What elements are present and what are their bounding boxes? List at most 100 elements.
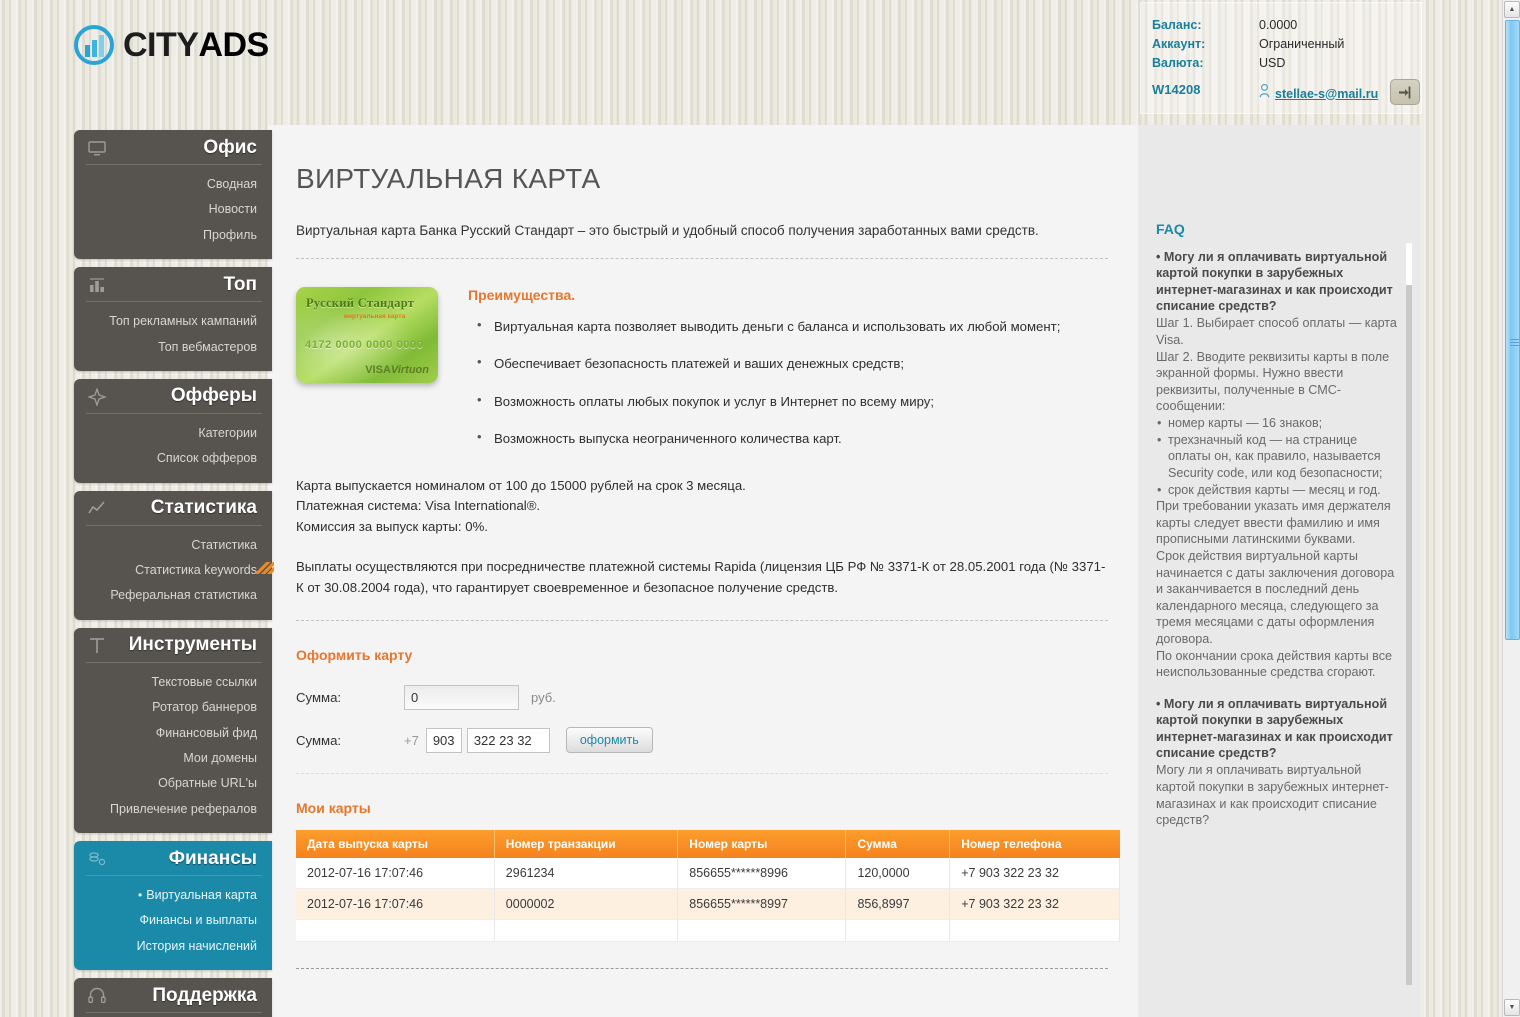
sidebar-item[interactable]: Категории — [74, 421, 272, 446]
sidebar-item[interactable]: Текстовые ссылки — [74, 670, 272, 695]
submit-order-button[interactable]: оформить — [565, 727, 653, 754]
intro-text: Виртуальная карта Банка Русский Стандарт… — [296, 223, 1039, 238]
sidebar-block-title: Офферы — [170, 385, 257, 407]
sidebar-item[interactable]: Сводная — [74, 172, 272, 197]
cell-issue-date: 2012-07-16 17:07:46 — [296, 858, 495, 890]
sidebar-separator — [86, 412, 262, 414]
sidebar-item[interactable]: Статистика — [74, 533, 272, 558]
card-bank-name: Русский Стандарт — [306, 296, 415, 311]
phone-code-input[interactable] — [425, 727, 462, 753]
citybars-icon — [74, 25, 114, 65]
divider — [296, 620, 1108, 622]
new-badge-icon — [254, 562, 274, 574]
faq-answer-intro: Могу ли я оплачивать виртуальной картой … — [1156, 763, 1389, 828]
logout-icon — [1398, 86, 1410, 98]
sidebar-item[interactable]: Финансы и выплаты — [74, 908, 272, 933]
sidebar-block-3: Офферы Категории Список офферов — [74, 378, 272, 483]
my-cards-title: Мои карты — [296, 800, 371, 817]
faq-bullet: трехзначный код — на странице оплаты он,… — [1156, 432, 1398, 482]
sidebar-item[interactable]: Новости — [74, 197, 272, 222]
scroll-up-button[interactable]: ▲ — [1504, 1, 1520, 18]
sidebar-item[interactable]: Профиль — [74, 223, 272, 248]
sidebar-block-title: Инструменты — [128, 634, 257, 656]
cell-transaction-id: 0000002 — [494, 888, 679, 921]
sidebar-item[interactable]: Виртуальная карта — [74, 883, 272, 908]
browser-scrollbar[interactable]: ▲ ▼ — [1502, 0, 1520, 1017]
sidebar-block-header[interactable]: Поддержка — [74, 978, 272, 1012]
sparkle-icon — [86, 386, 108, 407]
wrench-icon — [88, 637, 106, 655]
sidebar-item[interactable]: Финансовый фид — [74, 721, 272, 746]
sidebar-block-header[interactable]: Офферы — [74, 379, 272, 413]
term-line: Комиссия за выпуск карты: 0%. — [296, 518, 488, 534]
cell-amount: 120,0000 — [845, 858, 951, 890]
account-email-wrap[interactable]: stellae-s@mail.ru — [1259, 83, 1378, 103]
list-item: Возможность выпуска неограниченного коли… — [468, 428, 1108, 448]
sidebar-block-header[interactable]: Инструменты — [74, 628, 272, 662]
cell-empty — [949, 919, 1120, 943]
cell-empty — [494, 919, 679, 943]
sidebar-block-header[interactable]: Офис — [74, 130, 272, 164]
faq-scrollbar-track[interactable] — [1406, 285, 1412, 985]
sidebar-separator — [86, 661, 262, 663]
sidebar-item[interactable]: Список офферов — [74, 446, 272, 471]
advantages-column: Преимущества. Виртуальная карта позволяе… — [468, 287, 1108, 466]
sidebar-item[interactable]: История начислений — [74, 934, 272, 959]
card-terms: Карта выпускается номиналом от 100 до 15… — [296, 476, 1108, 537]
sidebar-item[interactable]: Мои домены — [74, 746, 272, 771]
column-header: Номер телефона — [949, 830, 1120, 859]
sidebar-block-title: Поддержка — [152, 984, 257, 1006]
sidebar-item[interactable]: Обратные URL'ы — [74, 771, 272, 796]
sidebar-item[interactable]: Топ вебмастеров — [74, 335, 272, 360]
table-header-row: Дата выпуска карты Номер транзакции Номе… — [296, 830, 1120, 859]
sidebar-block-header[interactable]: Топ — [74, 267, 272, 301]
column-header: Номер карты — [677, 830, 847, 859]
logout-button[interactable] — [1390, 79, 1420, 105]
sum-input[interactable] — [404, 685, 519, 711]
sidebar-item[interactable]: Ротатор баннеров — [74, 695, 272, 720]
phone-row: Сумма: +7 оформить — [296, 727, 1108, 754]
sum-row: Сумма: руб. — [296, 685, 1108, 711]
cell-transaction-id: 2961234 — [494, 858, 679, 890]
scrollbar-grip — [1510, 339, 1519, 346]
account-type-label: Аккаунт: — [1152, 37, 1206, 51]
faq-scrollbar-thumb[interactable] — [1406, 243, 1412, 285]
faq-bullet: номер карты — 16 знаков; — [1156, 415, 1398, 432]
card-brand-main: VISA — [365, 364, 391, 377]
divider — [296, 968, 1108, 970]
sidebar-block-header[interactable]: Финансы — [74, 841, 272, 875]
sidebar-block-title: Статистика — [150, 497, 257, 519]
sidebar-block-header[interactable]: Статистика — [74, 491, 272, 525]
cell-amount: 856,8997 — [845, 888, 951, 921]
column-header: Номер транзакции — [494, 830, 679, 859]
sidebar-item[interactable]: Статистика keywords — [74, 558, 274, 583]
faq-spacer — [1156, 681, 1398, 696]
scroll-down-button[interactable]: ▼ — [1504, 999, 1520, 1016]
sidebar-block-title: Финансы — [168, 847, 257, 869]
sidebar-item[interactable]: Топ рекламных кампаний — [74, 309, 272, 334]
account-email-link[interactable]: stellae-s@mail.ru — [1275, 87, 1378, 101]
scrollbar-thumb[interactable] — [1505, 20, 1520, 640]
sidebar-item[interactable]: Привлечение рефералов — [74, 797, 272, 822]
rapida-note: Выплаты осуществляются при посредничеств… — [296, 559, 1106, 595]
card-brand: VISAVirtuon — [365, 364, 429, 376]
page-root: CITYADS Баланс: 0.0000 Аккаунт: Ограниче… — [0, 0, 1422, 1017]
user-id: W14208 — [1152, 82, 1201, 97]
bar-chart-icon — [88, 276, 106, 294]
currency-value: USD — [1259, 56, 1286, 70]
cell-phone: +7 903 322 23 32 — [949, 888, 1120, 921]
faq-panel: FAQ • Могу ли я оплачивать виртуальной к… — [1138, 125, 1420, 1017]
virtual-card-image: Русский Стандарт виртуальная карта 4172 … — [296, 287, 438, 384]
cell-card-number: 856655******8997 — [677, 888, 847, 921]
sidebar-block-title: Топ — [223, 273, 258, 295]
headset-icon — [88, 987, 106, 1005]
sidebar-item[interactable]: Реферальная статистика — [74, 583, 272, 608]
cell-empty — [677, 919, 847, 943]
card-brand-suffix: Virtuon — [390, 364, 429, 377]
list-item: Виртуальная карта позволяет выводить ден… — [468, 316, 1108, 336]
phone-number-input[interactable] — [466, 727, 550, 753]
faq-answer-intro: Шаг 1. Выбирает способ оплаты — карта Vi… — [1156, 316, 1397, 414]
site-logo[interactable]: CITYADS — [74, 25, 269, 65]
cell-empty — [296, 919, 495, 943]
sidebar-separator — [86, 1012, 262, 1014]
